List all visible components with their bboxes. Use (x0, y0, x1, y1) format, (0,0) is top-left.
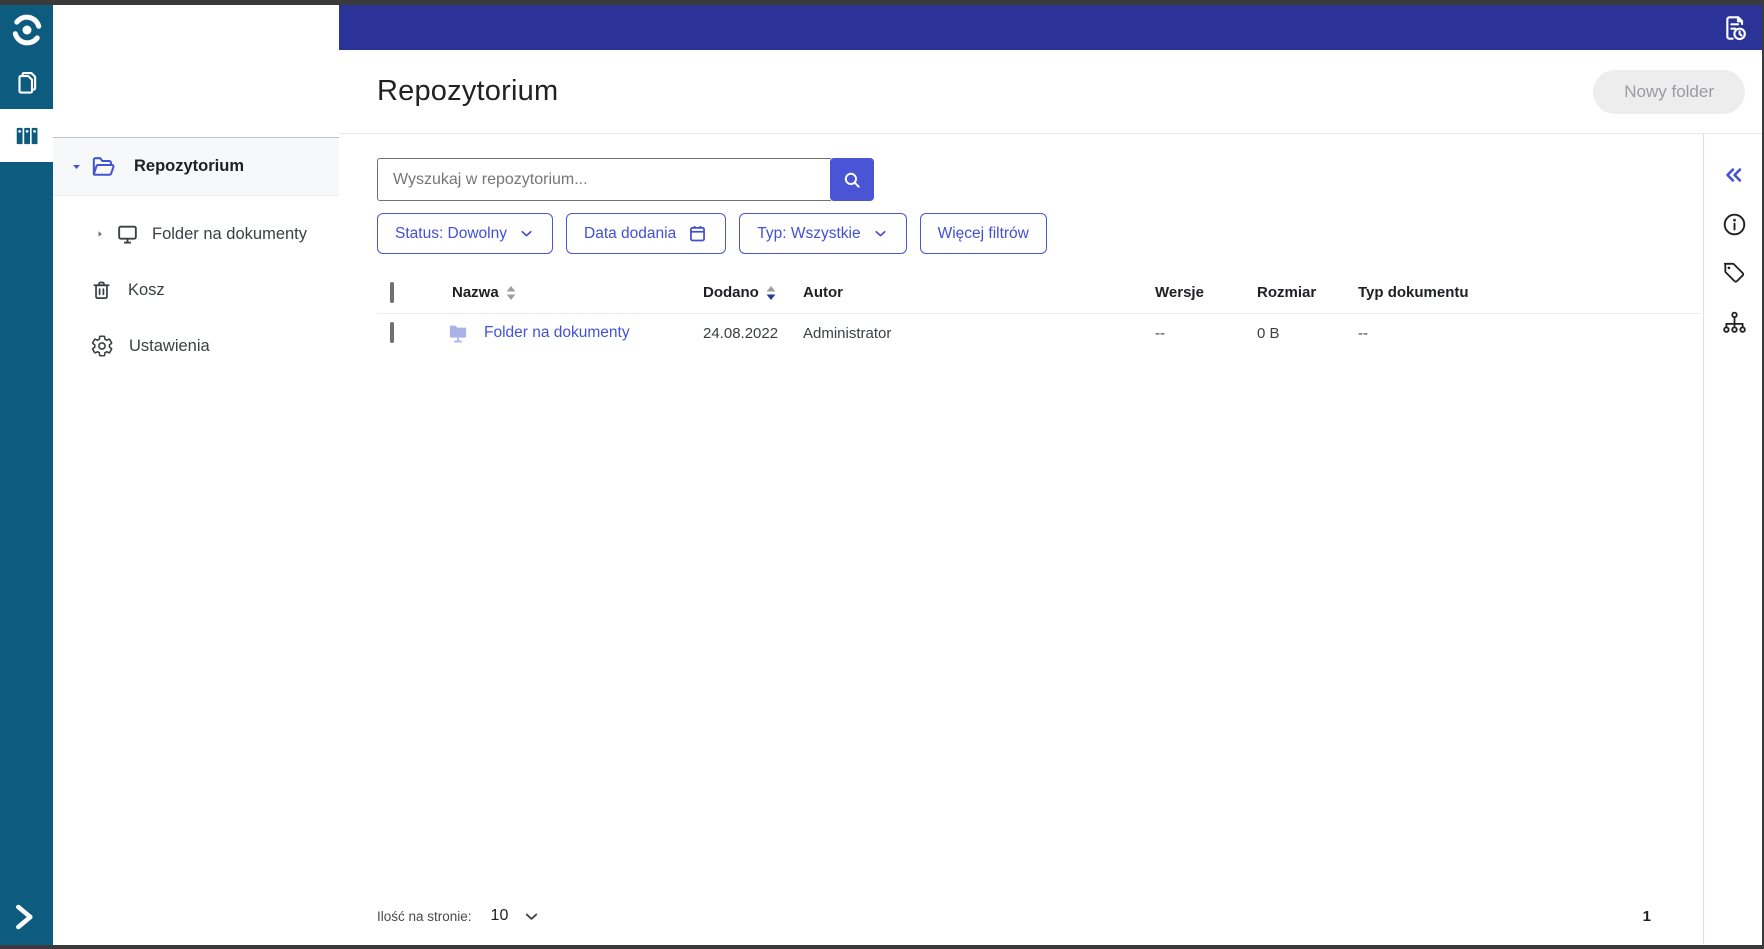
per-page-value: 10 (490, 907, 509, 924)
filter-status-chip[interactable]: Status: Dowolny (377, 213, 553, 254)
chevron-down-icon (872, 225, 889, 242)
caret-right-icon[interactable] (94, 228, 106, 240)
document-history-button[interactable] (1715, 9, 1753, 47)
sidebar-item-ustawienia[interactable]: Ustawienia (53, 331, 339, 361)
tag-icon (1721, 260, 1747, 286)
hierarchy-panel-button[interactable] (1719, 307, 1749, 337)
filter-label: Status: Dowolny (395, 224, 507, 242)
main-area: Repozytorium Nowy folder Wyszukaj w repo… (339, 50, 1764, 945)
chevron-right-icon (7, 900, 39, 934)
column-header-typ-dokumentu: Typ dokumentu (1358, 284, 1469, 301)
sidebar-item-label: Ustawienia (129, 336, 210, 355)
info-icon (1721, 211, 1748, 238)
filter-chips: Status: Dowolny Data dodania Typ: Wszyst… (377, 213, 1703, 254)
repository-search-input[interactable] (377, 158, 831, 201)
row-folder-link[interactable]: Folder na dokumenty (484, 324, 630, 342)
calendar-icon (687, 223, 708, 244)
repository-table: Nazwa Dodano Autor Wersje Rozmiar Typ do… (377, 272, 1701, 352)
current-page-number: 1 (1642, 907, 1651, 925)
column-header-autor: Autor (803, 284, 843, 301)
row-added: 24.08.2022 (703, 324, 779, 342)
rail-expand-button[interactable] (0, 889, 53, 945)
sort-icon-dodano[interactable] (766, 285, 776, 300)
row-versions: -- (1155, 324, 1165, 342)
filter-label: Data dodania (584, 224, 677, 242)
filter-date-added-chip[interactable]: Data dodania (566, 213, 727, 254)
window-frame-top (0, 0, 1764, 5)
app-rail (0, 5, 53, 945)
table-row[interactable]: Folder na dokumenty 24.08.2022 Administr… (377, 314, 1701, 352)
filter-more-chip[interactable]: Więcej filtrów (919, 213, 1047, 254)
filter-label: Typ: Wszystkie (757, 224, 861, 242)
app-logo-button[interactable] (0, 5, 53, 55)
filter-type-chip[interactable]: Typ: Wszystkie (739, 213, 907, 254)
documents-icon (12, 67, 42, 97)
sidebar-item-label: Kosz (128, 280, 165, 299)
sidebar-item-label: Repozytorium (134, 157, 245, 175)
sidebar-item-kosz[interactable]: Kosz (53, 275, 339, 305)
chevron-down-icon (518, 225, 535, 242)
row-checkbox[interactable] (390, 322, 394, 343)
page-header: Repozytorium Nowy folder (339, 50, 1764, 134)
document-history-icon (1718, 12, 1750, 44)
content-panel: Status: Dowolny Data dodania (339, 134, 1703, 944)
search-bar (377, 158, 874, 201)
pagination-bar: Ilość na stronie: 10 1 (377, 901, 1703, 931)
rail-spacer (0, 162, 53, 889)
select-all-checkbox[interactable] (390, 281, 394, 303)
rail-item-documents[interactable] (0, 55, 53, 109)
sidebar: Repozytorium Folder na dokumenty Kosz Us… (53, 5, 339, 945)
window-frame-bottom (0, 945, 1764, 949)
row-doc-type: -- (1358, 324, 1368, 342)
tags-panel-button[interactable] (1719, 258, 1749, 288)
per-page-label: Ilość na stronie: (377, 908, 472, 924)
page-title: Repozytorium (377, 75, 559, 107)
search-button[interactable] (830, 158, 874, 201)
app-window: Repozytorium Folder na dokumenty Kosz Us… (0, 0, 1764, 949)
folder-stand-icon (445, 320, 471, 346)
search-icon (841, 169, 863, 191)
shared-folder-icon (115, 222, 140, 247)
caret-down-icon[interactable] (68, 159, 84, 174)
collapse-panel-button[interactable] (1719, 160, 1749, 190)
trash-icon (90, 279, 113, 302)
hierarchy-icon (1721, 309, 1748, 336)
collapse-double-chevron-icon (1721, 162, 1747, 188)
new-folder-button[interactable]: Nowy folder (1593, 69, 1745, 114)
column-header-dodano: Dodano (703, 284, 759, 301)
folder-open-icon (90, 153, 117, 180)
sidebar-item-repozytorium[interactable]: Repozytorium (53, 137, 339, 196)
row-author: Administrator (803, 324, 892, 342)
swirl-logo-icon (9, 12, 45, 48)
column-header-rozmiar: Rozmiar (1257, 284, 1317, 301)
row-size: 0 B (1257, 324, 1280, 342)
rail-item-repository[interactable] (0, 109, 53, 162)
sidebar-item-folder-na-dokumenty[interactable]: Folder na dokumenty (53, 219, 339, 249)
filter-label: Więcej filtrów (937, 224, 1029, 242)
topbar (339, 5, 1764, 50)
gear-icon (90, 334, 114, 358)
column-header-nazwa: Nazwa (452, 284, 499, 301)
column-header-wersje: Wersje (1155, 284, 1204, 301)
sidebar-item-label: Folder na dokumenty (152, 224, 308, 243)
binders-icon (13, 122, 41, 150)
info-panel-button[interactable] (1719, 209, 1749, 239)
chevron-down-icon (522, 907, 541, 926)
table-header-row: Nazwa Dodano Autor Wersje Rozmiar Typ do… (377, 272, 1701, 314)
right-panel-rail (1703, 134, 1764, 944)
per-page-select[interactable] (522, 907, 541, 926)
sort-icon-nazwa[interactable] (506, 285, 516, 300)
